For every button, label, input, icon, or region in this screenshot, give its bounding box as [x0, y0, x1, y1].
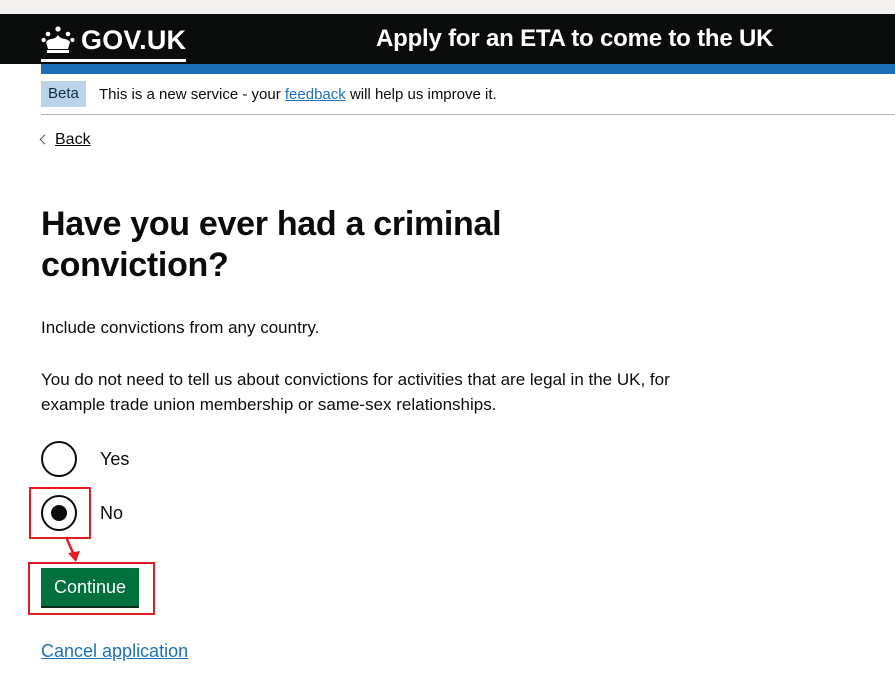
radio-button-yes[interactable]: [41, 441, 77, 477]
cancel-application-link[interactable]: Cancel application: [41, 639, 188, 663]
header-accent-bar: [41, 64, 895, 74]
radio-label-yes[interactable]: Yes: [100, 447, 129, 471]
hint-text-2: You do not need to tell us about convict…: [41, 370, 670, 414]
phase-banner-text: This is a new service - your feedback wi…: [99, 85, 497, 105]
chevron-left-icon: [39, 134, 50, 145]
govuk-logo-link[interactable]: GOV.UK: [41, 22, 187, 62]
service-name[interactable]: Apply for an ETA to come to the UK: [376, 24, 773, 54]
highlight-arrow: [64, 536, 80, 562]
back-link-label: Back: [55, 131, 91, 148]
crown-icon: [41, 25, 75, 55]
continue-button[interactable]: Continue: [41, 568, 139, 606]
beta-tag: Beta: [41, 81, 86, 107]
phase-banner: Beta This is a new service - your feedba…: [41, 81, 895, 115]
page-title: Have you ever had a criminal conviction?: [41, 205, 502, 284]
hint-text-1: Include convictions from any country.: [41, 318, 320, 337]
phase-text-before: This is a new service - your: [99, 86, 285, 103]
feedback-link[interactable]: feedback: [285, 86, 346, 103]
back-link[interactable]: Back: [39, 129, 91, 151]
browser-top-strip: [0, 0, 895, 14]
radio-label-no[interactable]: No: [100, 501, 123, 525]
site-header: GOV.UK Apply for an ETA to come to the U…: [0, 14, 895, 64]
phase-text-after: will help us improve it.: [345, 86, 497, 103]
logo-text: GOV.UK: [81, 25, 187, 55]
highlight-box-radio: [29, 487, 91, 539]
radio-option-yes[interactable]: Yes: [41, 441, 129, 477]
